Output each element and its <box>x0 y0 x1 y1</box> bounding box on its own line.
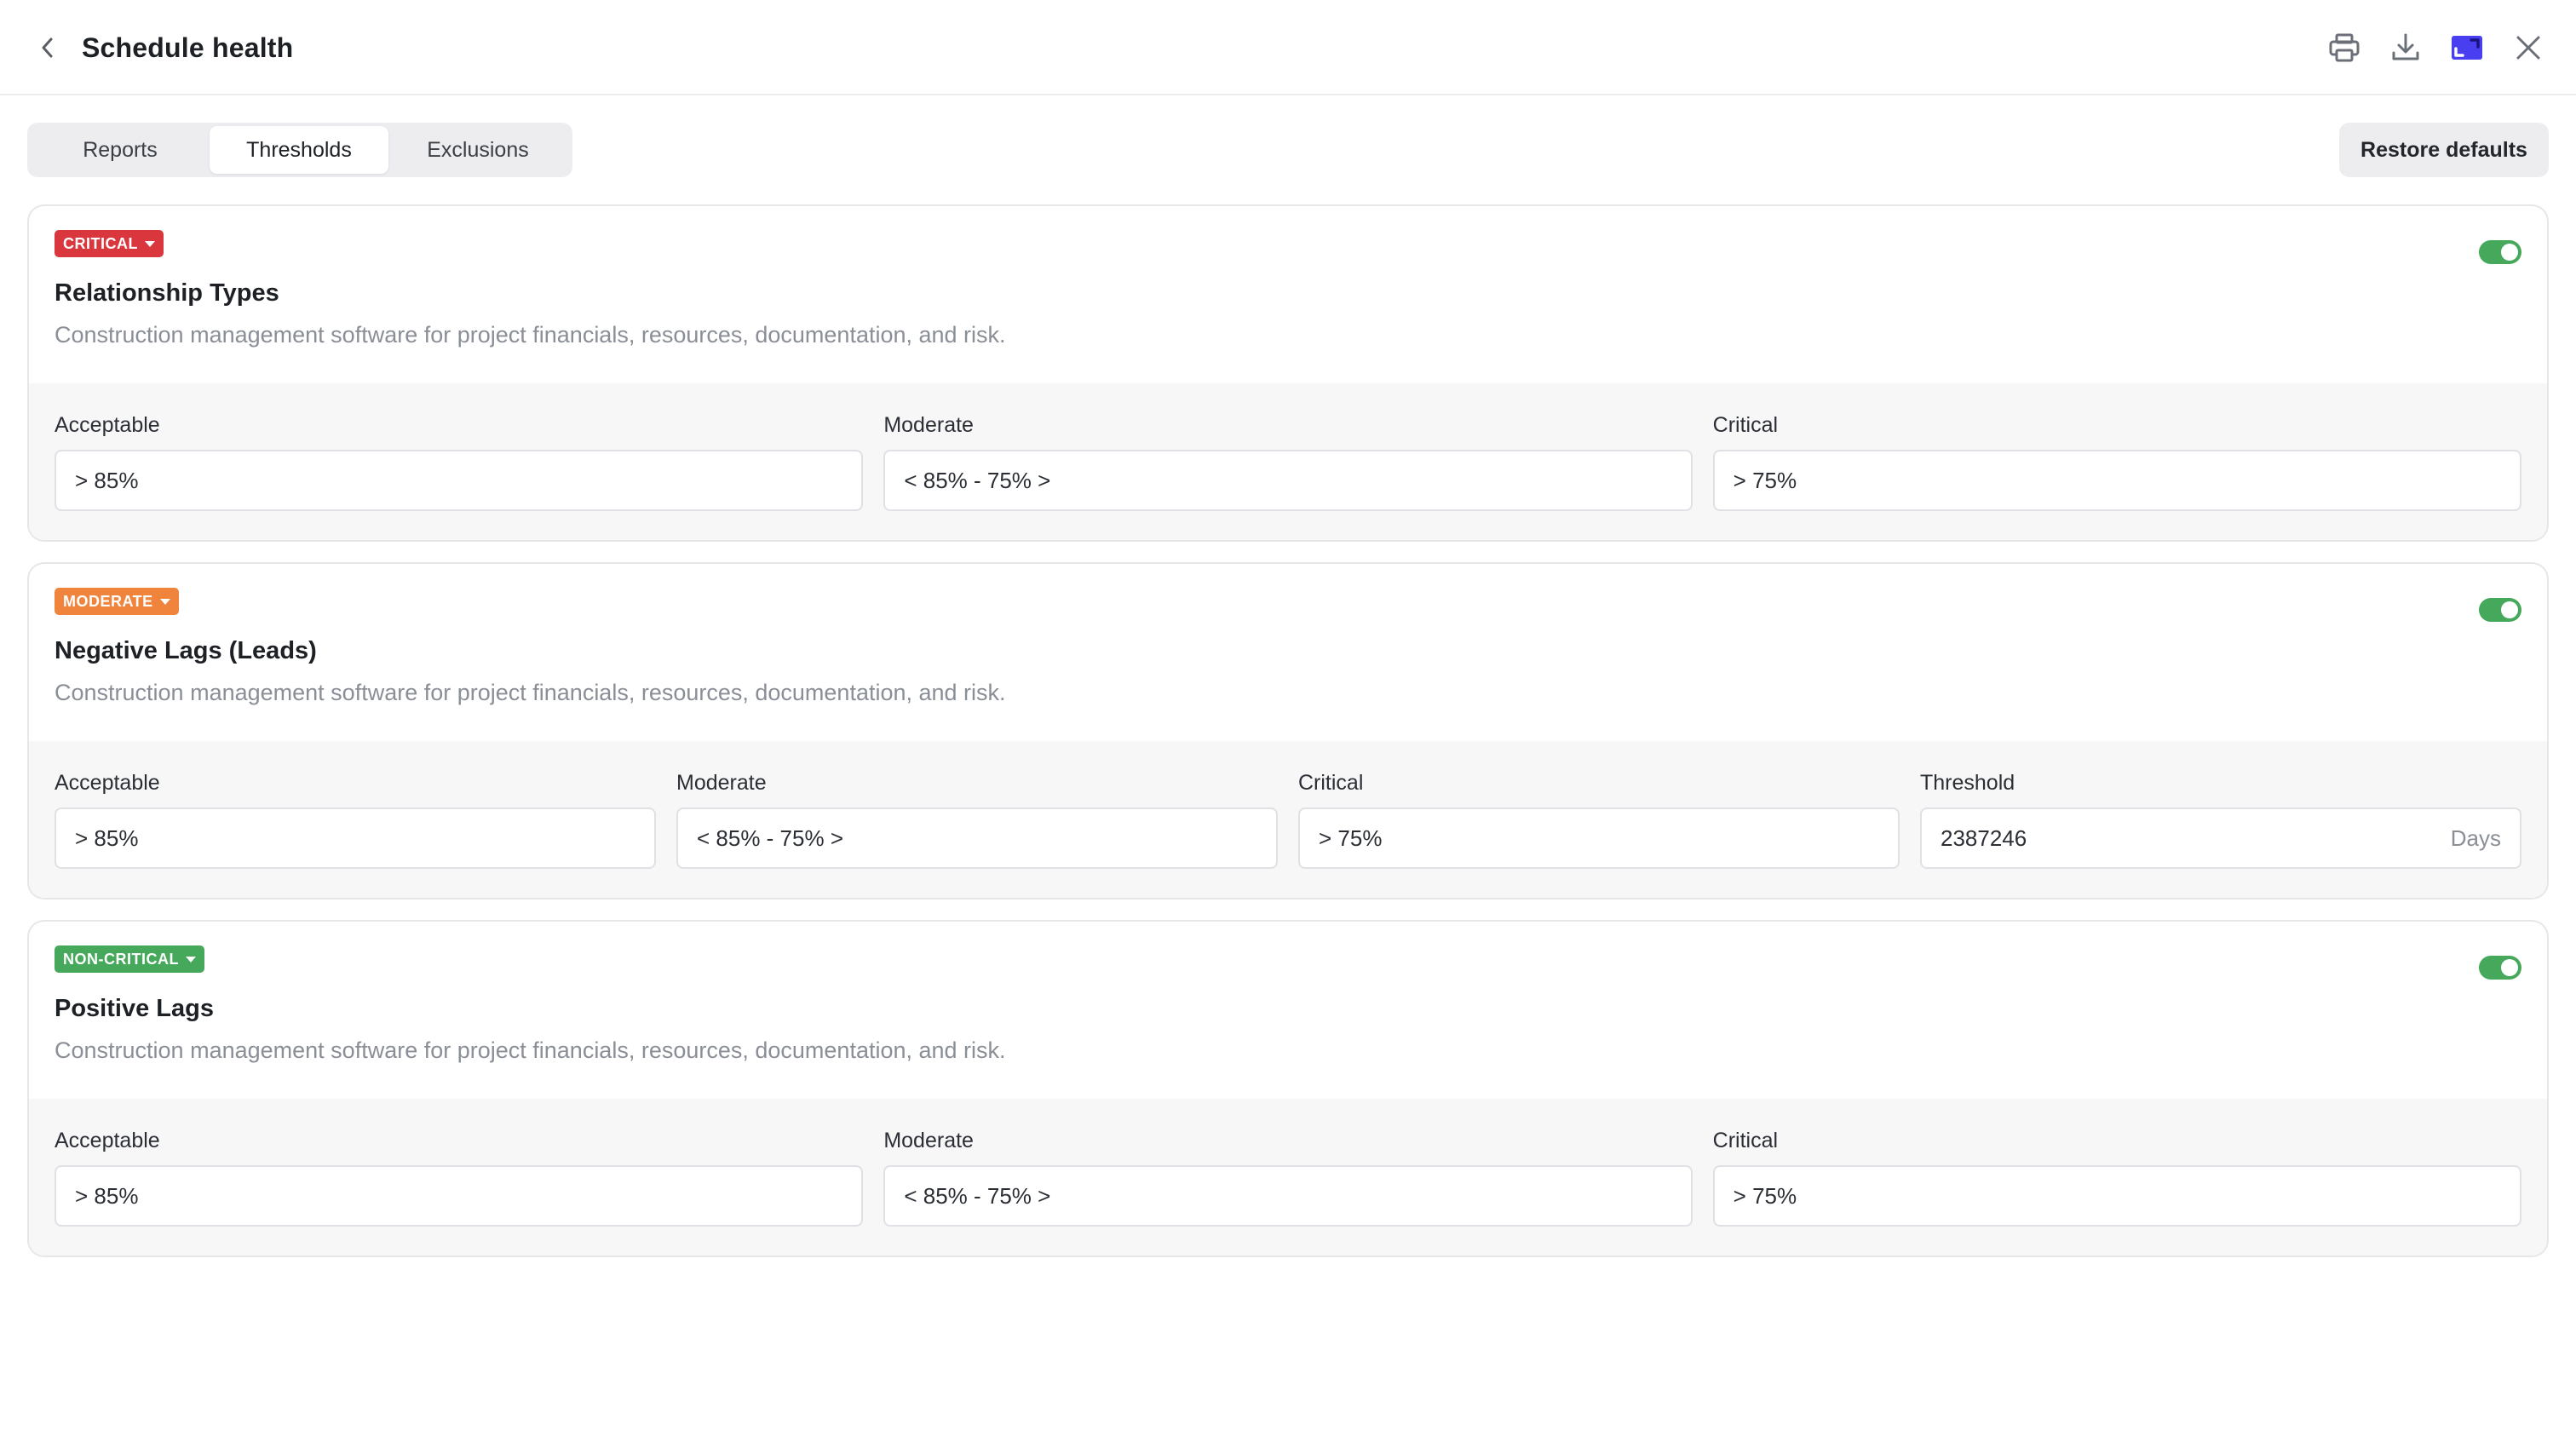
field-moderate: Moderate < 85% - 75% > <box>883 409 1693 540</box>
card-description: Construction management software for pro… <box>55 322 1006 348</box>
field-critical: Critical > 75% <box>1712 409 2521 540</box>
toggle-knob <box>2501 244 2518 261</box>
download-icon <box>2392 33 2419 60</box>
input-suffix: Days <box>2450 825 2501 851</box>
close-icon <box>2516 36 2540 60</box>
severity-badge-label: NON-CRITICAL <box>63 950 179 968</box>
field-label: Critical <box>1712 413 1779 437</box>
window-icon <box>2452 36 2482 60</box>
field-acceptable: Acceptable > 85% <box>55 767 656 898</box>
input-value: < 85% - 75% > <box>904 1182 1051 1209</box>
input-value: > 85% <box>75 825 139 851</box>
input-value: 2387246 <box>1941 825 2027 851</box>
input-value: > 85% <box>75 467 139 493</box>
severity-badge-label: CRITICAL <box>63 234 138 252</box>
threshold-card: MODERATE Negative Lags (Leads) Construct… <box>27 562 2549 899</box>
chevron-left-icon <box>42 37 53 58</box>
input-value: > 75% <box>1319 825 1383 851</box>
field-critical: Critical > 75% <box>1298 767 1900 898</box>
field-critical: Critical > 75% <box>1712 1124 2521 1256</box>
threshold-card: CRITICAL Relationship Types Construction… <box>27 204 2549 542</box>
moderate-input[interactable]: < 85% - 75% > <box>676 807 1278 869</box>
enable-toggle[interactable] <box>2479 598 2521 622</box>
enable-toggle[interactable] <box>2479 240 2521 264</box>
tab-reports[interactable]: Reports <box>31 126 210 174</box>
toggle-knob <box>2501 959 2518 976</box>
threshold-fields: Acceptable > 85% Moderate < 85% - 75% > … <box>29 741 2547 898</box>
field-label: Acceptable <box>55 413 160 437</box>
threshold-fields: Acceptable > 85% Moderate < 85% - 75% > … <box>29 383 2547 540</box>
field-label: Acceptable <box>55 771 160 795</box>
field-label: Critical <box>1298 771 1364 795</box>
toggle-knob <box>2501 601 2518 618</box>
field-label: Threshold <box>1920 771 2015 795</box>
card-description: Construction management software for pro… <box>55 680 1006 705</box>
severity-badge-label: MODERATE <box>63 592 153 610</box>
input-value: < 85% - 75% > <box>904 467 1051 493</box>
tab-exclusions[interactable]: Exclusions <box>388 126 567 174</box>
critical-input[interactable]: > 75% <box>1712 1165 2521 1227</box>
field-moderate: Moderate < 85% - 75% > <box>676 767 1278 898</box>
moderate-input[interactable]: < 85% - 75% > <box>883 450 1693 511</box>
acceptable-input[interactable]: > 85% <box>55 1165 864 1227</box>
input-value: > 75% <box>1733 467 1797 493</box>
card-title: Negative Lags (Leads) <box>55 637 317 664</box>
input-value: > 85% <box>75 1182 139 1209</box>
threshold-card: NON-CRITICAL Positive Lags Construction … <box>27 920 2549 1257</box>
field-label: Moderate <box>883 1129 974 1152</box>
moderate-input[interactable]: < 85% - 75% > <box>883 1165 1693 1227</box>
close-button[interactable] <box>2506 26 2550 70</box>
input-value: > 75% <box>1733 1182 1797 1209</box>
field-threshold: Threshold 2387246 Days <box>1920 767 2521 898</box>
field-acceptable: Acceptable > 85% <box>55 409 864 540</box>
field-label: Critical <box>1712 1129 1779 1152</box>
caret-down-icon <box>185 956 196 963</box>
critical-input[interactable]: > 75% <box>1298 807 1900 869</box>
header-actions <box>2322 26 2550 70</box>
caret-down-icon <box>145 240 155 247</box>
severity-badge[interactable]: NON-CRITICAL <box>55 945 204 973</box>
tab-thresholds[interactable]: Thresholds <box>210 126 388 174</box>
threshold-fields: Acceptable > 85% Moderate < 85% - 75% > … <box>29 1099 2547 1256</box>
acceptable-input[interactable]: > 85% <box>55 450 864 511</box>
tab-bar: Reports Thresholds Exclusions <box>27 123 572 177</box>
print-icon <box>2329 33 2360 62</box>
input-value: < 85% - 75% > <box>697 825 843 851</box>
field-moderate: Moderate < 85% - 75% > <box>883 1124 1693 1256</box>
print-button[interactable] <box>2322 26 2366 70</box>
restore-defaults-button[interactable]: Restore defaults <box>2339 123 2549 177</box>
download-button[interactable] <box>2383 26 2428 70</box>
enable-toggle[interactable] <box>2479 956 2521 980</box>
severity-badge[interactable]: CRITICAL <box>55 230 164 257</box>
card-title: Positive Lags <box>55 995 214 1022</box>
field-acceptable: Acceptable > 85% <box>55 1124 864 1256</box>
critical-input[interactable]: > 75% <box>1712 450 2521 511</box>
card-description: Construction management software for pro… <box>55 1037 1006 1063</box>
back-button[interactable] <box>31 31 65 65</box>
caret-down-icon <box>159 598 170 605</box>
card-title: Relationship Types <box>55 279 279 307</box>
acceptable-input[interactable]: > 85% <box>55 807 656 869</box>
page-title: Schedule health <box>82 32 294 63</box>
page-header: Schedule health <box>0 0 2576 95</box>
field-label: Acceptable <box>55 1129 160 1152</box>
window-toggle-button[interactable] <box>2445 26 2489 70</box>
field-label: Moderate <box>883 413 974 437</box>
field-label: Moderate <box>676 771 767 795</box>
threshold-input[interactable]: 2387246 Days <box>1920 807 2521 869</box>
severity-badge[interactable]: MODERATE <box>55 588 179 615</box>
